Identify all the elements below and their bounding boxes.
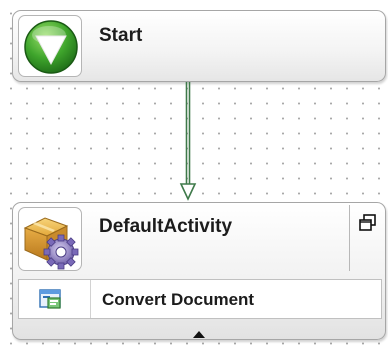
step-label: Convert Document [102, 290, 255, 309]
activity-icon-frame [18, 207, 82, 271]
step-convert-document[interactable]: Convert Document [18, 279, 382, 319]
restore-window-icon[interactable] [358, 213, 378, 233]
workflow-canvas[interactable]: Start DefaultActivity Convert Document [0, 0, 388, 347]
activity-node[interactable]: DefaultActivity Convert Document [12, 202, 386, 340]
start-node[interactable]: Start [12, 10, 386, 82]
flow-connector-arrow[interactable] [178, 82, 198, 202]
step-icon-cell [19, 280, 91, 318]
activity-package-gear-icon [23, 217, 79, 270]
start-node-title: Start [99, 25, 143, 46]
collapse-up-triangle-icon[interactable] [193, 331, 205, 338]
convert-document-icon [39, 289, 61, 309]
activity-node-title: DefaultActivity [99, 216, 233, 237]
header-divider [349, 205, 350, 271]
start-icon-frame [18, 15, 82, 77]
start-down-arrow-icon [24, 20, 78, 74]
